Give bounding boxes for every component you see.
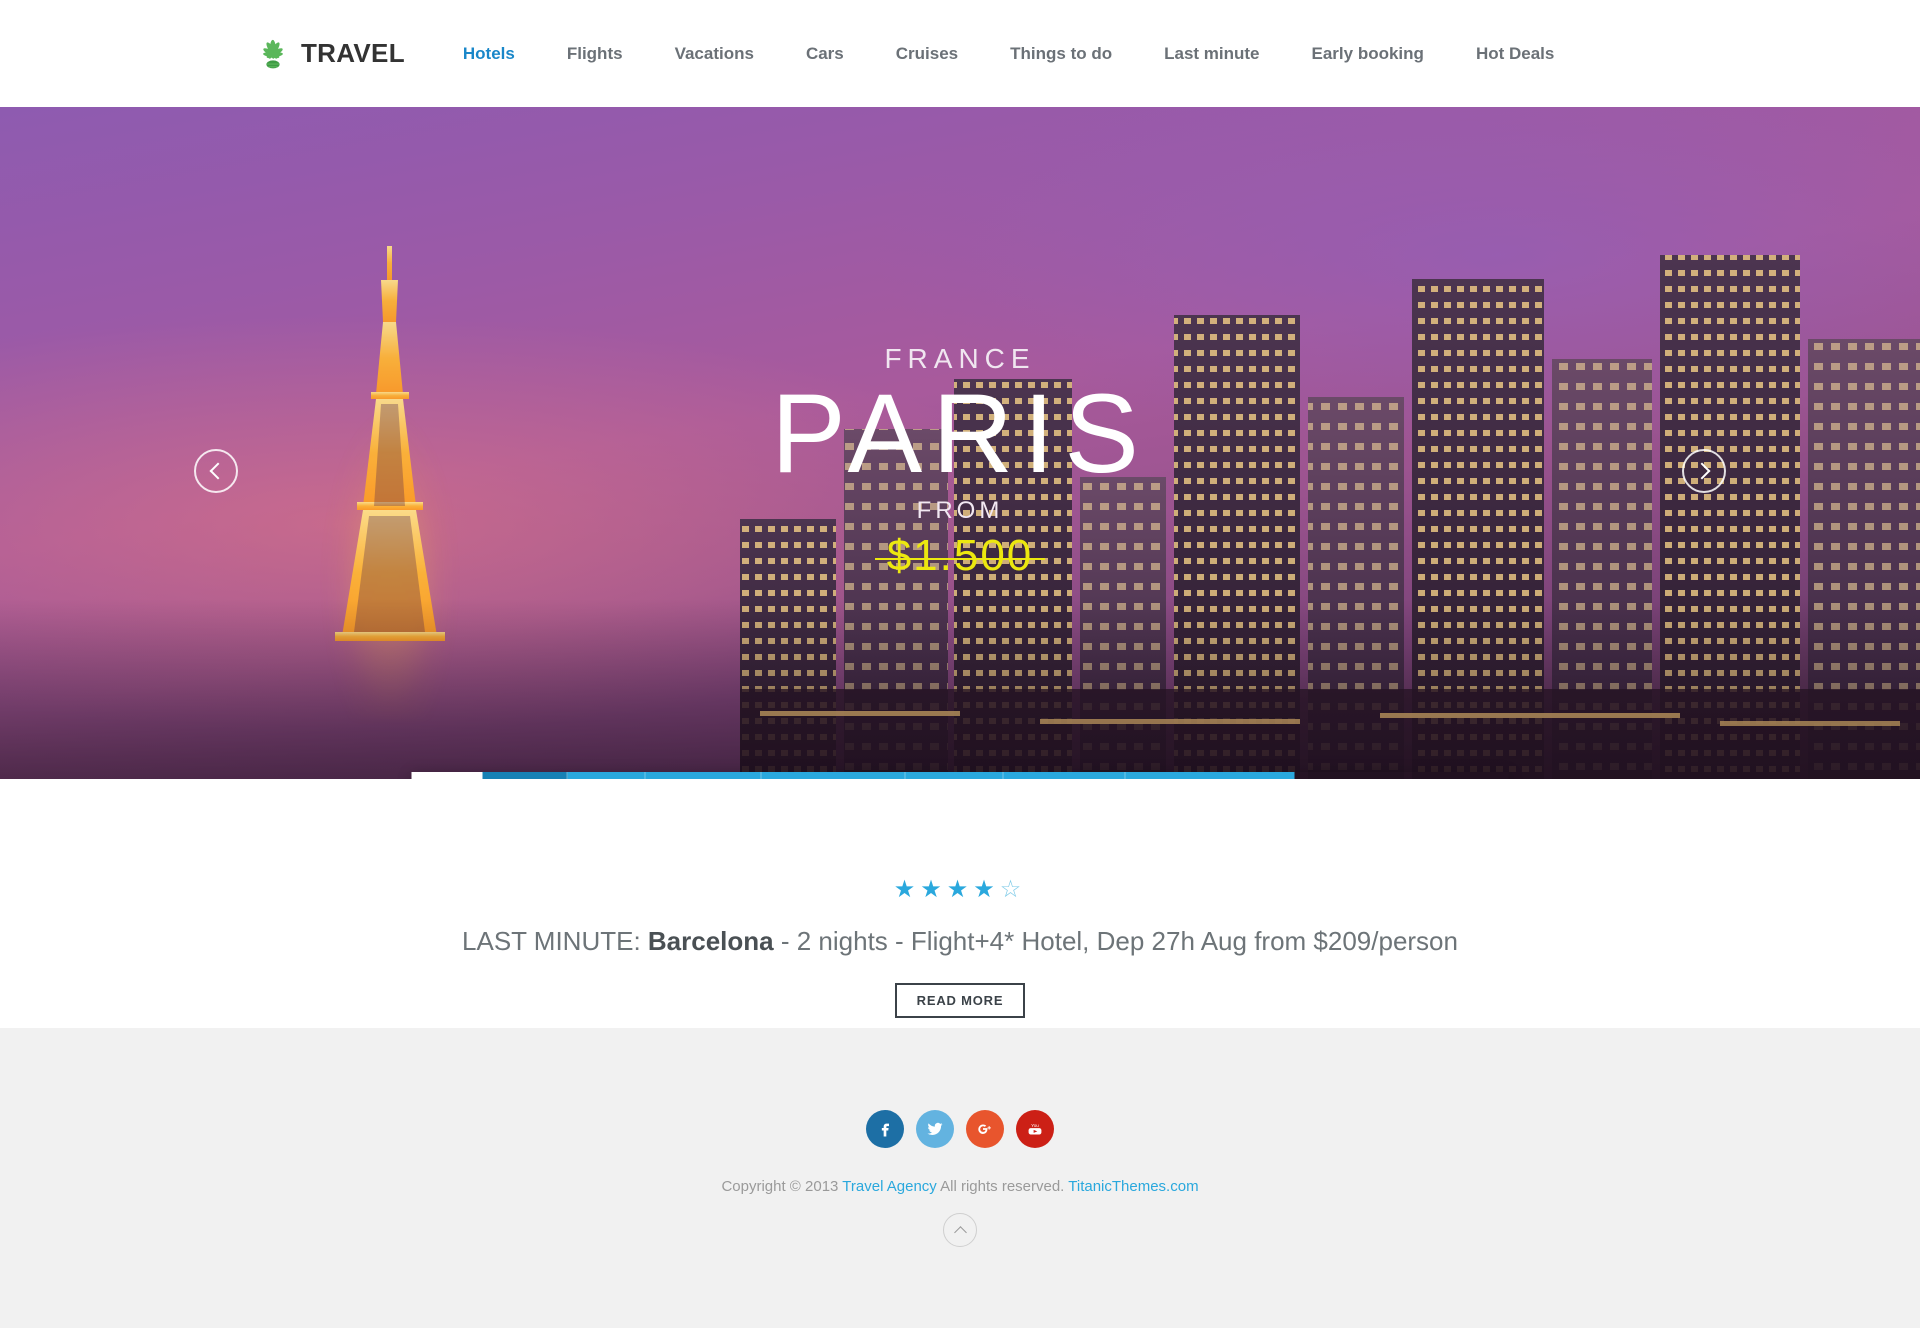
promo-details: - 2 nights - Flight+4* Hotel, Dep 27h Au… [773, 926, 1458, 956]
star-filled-icon: ★ [973, 876, 1000, 903]
twitter-icon [927, 1122, 943, 1135]
hero-carousel: FRANCE PARIS FROM $1.500 Air Hotel Car [0, 107, 1920, 779]
hero-from-label: FROM [916, 497, 1004, 525]
copyright-text: Copyright © 2013 Travel Agency All right… [0, 1178, 1920, 1195]
tab-cruise[interactable]: Cruise [905, 772, 1004, 779]
rating-stars: ★★★★☆ [0, 875, 1920, 904]
nav-item-flights[interactable]: Flights [567, 38, 623, 70]
scroll-to-top-button[interactable] [943, 1213, 977, 1247]
star-filled-icon: ★ [946, 876, 974, 903]
last-minute-promo: ★★★★☆ LAST MINUTE: Barcelona - 2 nights … [0, 779, 1920, 1028]
read-more-button[interactable]: READ MORE [894, 983, 1026, 1018]
tab-vacations[interactable]: Vacations [645, 772, 762, 779]
nav-item-vacations[interactable]: Vacations [675, 38, 754, 70]
site-logo[interactable]: TRAVEL [254, 37, 405, 71]
youtube-link[interactable]: You [1016, 1110, 1054, 1148]
copyright-prefix: Copyright © 2013 [721, 1178, 843, 1195]
promo-text: LAST MINUTE: Barcelona - 2 nights - Flig… [0, 926, 1920, 957]
palm-logo-icon [263, 39, 283, 68]
nav-item-last-minute[interactable]: Last minute [1164, 38, 1259, 70]
nav-item-things-to-do[interactable]: Things to do [1010, 38, 1112, 70]
tab-hotel-car[interactable]: Hotel+Car [1003, 772, 1126, 779]
nav-item-hotels[interactable]: Hotels [463, 38, 515, 70]
tab-flight-hotel-car[interactable]: Flight+Hotel+Car [1125, 772, 1295, 779]
social-links: You [0, 1110, 1920, 1148]
nav-item-cruises[interactable]: Cruises [896, 38, 958, 70]
star-filled-icon: ★ [893, 876, 921, 903]
google-plus-link[interactable] [966, 1110, 1004, 1148]
facebook-link[interactable] [866, 1110, 904, 1148]
promo-destination: Barcelona [647, 926, 774, 956]
hero-city-title: PARIS [771, 371, 1149, 496]
main-navigation: Hotels Flights Vacations Cars Cruises Th… [463, 38, 1606, 70]
star-empty-icon: ☆ [999, 876, 1027, 903]
search-tabs: Air Hotel Car Vacations Flight + hotel C… [411, 772, 1509, 779]
themes-link[interactable]: TitanicThemes.com [1068, 1178, 1198, 1195]
nav-item-early-booking[interactable]: Early booking [1312, 38, 1424, 70]
hero-caption: FRANCE PARIS FROM $1.500 [0, 343, 1920, 581]
chevron-up-icon [953, 1225, 967, 1239]
google-plus-icon [978, 1124, 991, 1134]
copyright-mid: All rights reserved. [936, 1178, 1069, 1195]
star-filled-icon: ★ [920, 876, 947, 903]
youtube-icon: You [1028, 1123, 1042, 1135]
svg-text:You: You [1031, 1123, 1039, 1128]
search-widget: Air Hotel Car Vacations Flight + hotel C… [411, 772, 1509, 779]
site-footer: You Copyright © 2013 Travel Agency All r… [0, 1028, 1920, 1328]
company-link[interactable]: Travel Agency [842, 1178, 937, 1195]
tab-air[interactable]: Air [411, 772, 483, 779]
carousel-next-button[interactable] [1682, 449, 1726, 493]
logo-text: TRAVEL [301, 38, 405, 68]
promo-prefix: LAST MINUTE: [462, 926, 648, 956]
chevron-left-icon [209, 462, 227, 480]
nav-item-hot-deals[interactable]: Hot Deals [1476, 38, 1554, 70]
carousel-prev-button[interactable] [194, 449, 238, 493]
nav-item-cars[interactable]: Cars [806, 38, 844, 70]
facebook-icon [881, 1123, 889, 1137]
tab-hotel[interactable]: Hotel [482, 772, 568, 779]
hero-price: $1.500 [874, 531, 1045, 581]
tab-flight-hotel[interactable]: Flight + hotel [761, 772, 906, 779]
chevron-right-icon [1693, 462, 1711, 480]
tab-car[interactable]: Car [567, 772, 646, 779]
twitter-link[interactable] [916, 1110, 954, 1148]
site-header: TRAVEL Hotels Flights Vacations Cars Cru… [0, 0, 1920, 107]
